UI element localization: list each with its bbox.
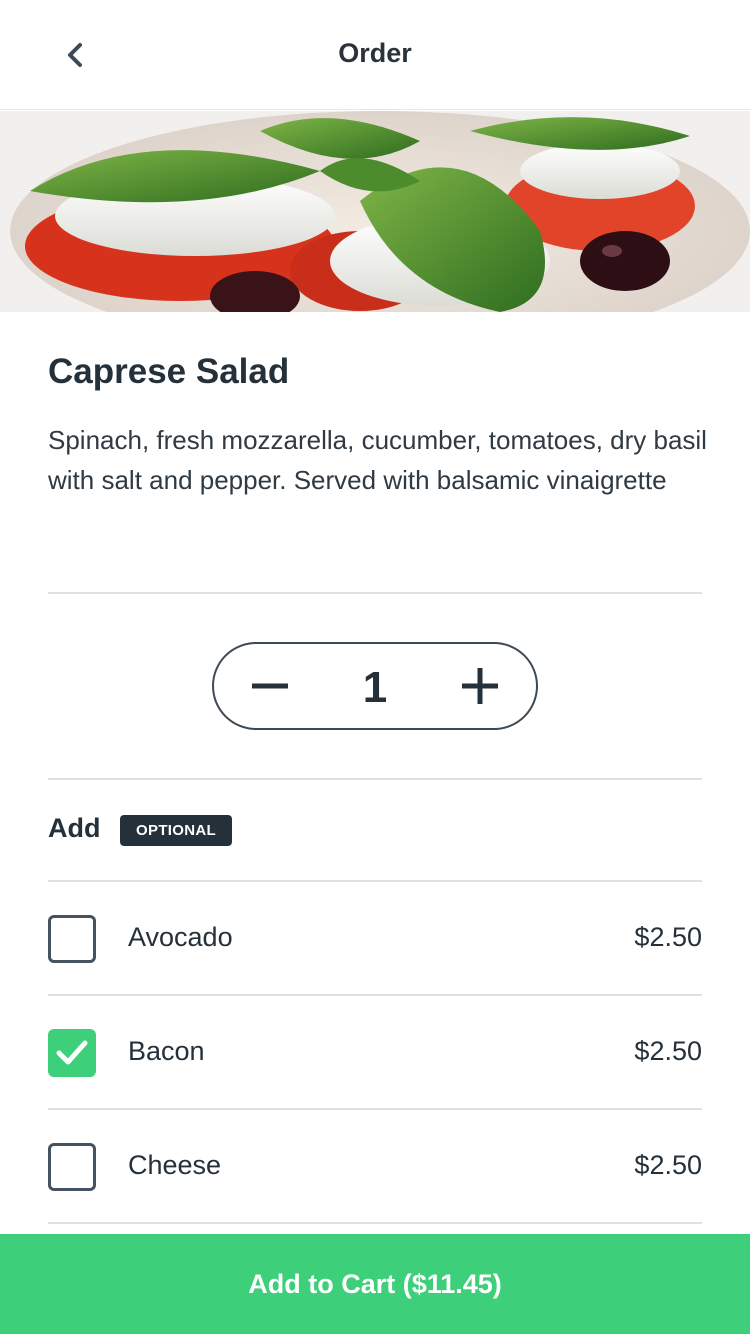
increase-quantity-button[interactable] [436, 644, 524, 728]
cheese-checkbox[interactable] [48, 1143, 96, 1191]
add-section-label: Add [48, 813, 101, 843]
option-name: Bacon [128, 1036, 205, 1066]
option-price: $2.50 [634, 1150, 702, 1180]
option-price: $2.50 [634, 1036, 702, 1066]
option-row-bacon[interactable]: Bacon $2.50 [48, 996, 702, 1108]
divider [48, 1222, 702, 1224]
optional-badge: OPTIONAL [120, 815, 232, 846]
divider [48, 592, 702, 594]
option-price: $2.50 [634, 922, 702, 952]
quantity-stepper: 1 [212, 642, 538, 730]
avocado-checkbox[interactable] [48, 915, 96, 963]
plus-icon [462, 668, 498, 704]
option-name: Avocado [128, 922, 233, 952]
header: Order [0, 0, 750, 110]
add-to-cart-button[interactable]: Add to Cart ($11.45) [0, 1234, 750, 1334]
item-photo [0, 111, 750, 312]
option-name: Cheese [128, 1150, 222, 1180]
option-row-avocado[interactable]: Avocado $2.50 [48, 882, 702, 994]
checkmark-icon [56, 1040, 88, 1065]
option-row-cheese[interactable]: Cheese $2.50 [48, 1110, 702, 1222]
bacon-checkbox[interactable] [48, 1029, 96, 1077]
page-title: Order [338, 38, 412, 68]
item-name: Caprese Salad [48, 352, 290, 391]
item-description: Spinach, fresh mozzarella, cucumber, tom… [48, 425, 707, 495]
divider [48, 778, 702, 780]
